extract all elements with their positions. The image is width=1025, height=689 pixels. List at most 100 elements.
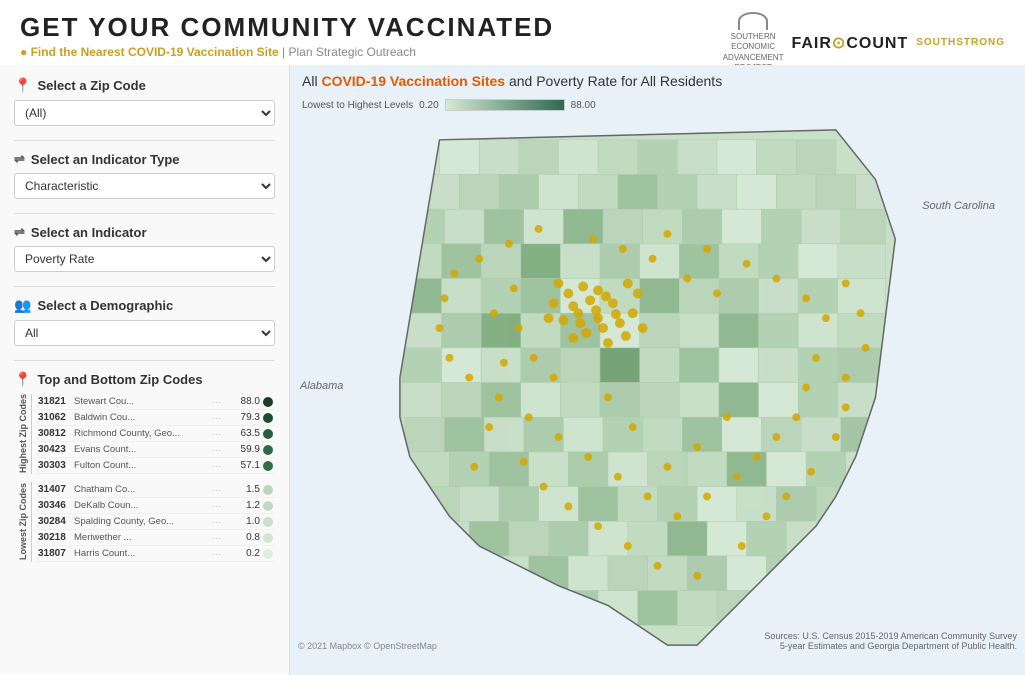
zip-dots: ··· xyxy=(212,445,232,455)
zip-value: 88.0 xyxy=(232,396,260,407)
people-icon: 👥 xyxy=(14,297,31,314)
zip-dot-icon xyxy=(263,429,273,439)
zip-county: Richmond County, Geo... xyxy=(74,428,212,439)
demographic-select[interactable]: All xyxy=(14,320,275,346)
zip-value: 57.1 xyxy=(232,460,260,471)
table-row: 31821 Stewart Cou... ··· 88.0 xyxy=(36,394,275,410)
map-title: All COVID-19 Vaccination Sites and Pover… xyxy=(302,73,722,89)
zip-dots: ··· xyxy=(212,549,232,559)
table-row: 30346 DeKalb Coun... ··· 1.2 xyxy=(36,498,275,514)
map-header: All COVID-19 Vaccination Sites and Pover… xyxy=(302,73,722,89)
lowest-tables-wrapper: Lowest Zip Codes 31407 Chatham Co... ···… xyxy=(14,482,275,562)
indicator-type-title: ⇌ Select an Indicator Type xyxy=(14,151,275,167)
spacer xyxy=(14,474,275,482)
filter2-icon: ⇌ xyxy=(14,224,25,240)
zip-dots: ··· xyxy=(212,397,232,407)
legend-max: 88.00 xyxy=(571,100,596,111)
zip-dots: ··· xyxy=(212,429,232,439)
table-row: 30423 Evans Count... ··· 59.9 xyxy=(36,442,275,458)
zip-dots: ··· xyxy=(212,517,232,527)
map-copyright: © 2021 Mapbox © OpenStreetMap xyxy=(298,641,437,651)
zip-dots: ··· xyxy=(212,413,232,423)
zip-county: Harris Count... xyxy=(74,548,212,559)
zip-dots: ··· xyxy=(212,461,232,471)
legend-min: 0.20 xyxy=(419,100,438,111)
indicator-section: ⇌ Select an Indicator Poverty Rate xyxy=(14,224,275,272)
legend-bar xyxy=(445,99,565,111)
zip-value: 79.3 xyxy=(232,412,260,423)
filter1-icon: ⇌ xyxy=(14,151,25,167)
zip-dot-icon xyxy=(263,413,273,423)
highest-zip-rows: 31821 Stewart Cou... ··· 88.0 31062 Bald… xyxy=(36,394,275,474)
zip-value: 0.2 xyxy=(232,548,260,559)
highest-zip-label: Highest Zip Codes xyxy=(18,394,28,473)
demographic-title: 👥 Select a Demographic xyxy=(14,297,275,314)
zip-code: 30284 xyxy=(38,516,74,527)
zip-code: 31407 xyxy=(38,484,74,495)
divider-3 xyxy=(14,286,275,287)
southstrong-logo: SOUTHSTRONG xyxy=(916,37,1005,48)
zip-dot-icon xyxy=(263,461,273,471)
alabama-label: Alabama xyxy=(300,380,343,392)
zip-code: 30303 xyxy=(38,460,74,471)
zip-value: 0.8 xyxy=(232,532,260,543)
divider-4 xyxy=(14,360,275,361)
zip-code-title: 📍 Select a Zip Code xyxy=(14,77,275,94)
zip-code: 31821 xyxy=(38,396,74,407)
zip-code: 30346 xyxy=(38,500,74,511)
top-bottom-title: 📍 Top and Bottom Zip Codes xyxy=(14,371,275,388)
georgia-map-svg xyxy=(290,120,1025,655)
table-row: 31062 Baldwin Cou... ··· 79.3 xyxy=(36,410,275,426)
indicator-title: ⇌ Select an Indicator xyxy=(14,224,275,240)
divider-1 xyxy=(14,140,275,141)
faircount-o-icon: ⊙ xyxy=(832,35,846,52)
zip-county: Chatham Co... xyxy=(74,484,212,495)
table-row: 30218 Meriwether ... ··· 0.8 xyxy=(36,530,275,546)
zip-dot-icon xyxy=(263,533,273,543)
location2-icon: 📍 xyxy=(14,371,31,388)
zip-value: 59.9 xyxy=(232,444,260,455)
zip-code-select[interactable]: (All) xyxy=(14,100,275,126)
zip-code: 31062 xyxy=(38,412,74,423)
table-row: 31407 Chatham Co... ··· 1.5 xyxy=(36,482,275,498)
indicator-type-select[interactable]: Characteristic xyxy=(14,173,275,199)
zip-code: 30218 xyxy=(38,532,74,543)
south-carolina-label: South Carolina xyxy=(922,200,995,212)
table-row: 30812 Richmond County, Geo... ··· 63.5 xyxy=(36,426,275,442)
lowest-label-wrapper: Lowest Zip Codes xyxy=(14,482,32,562)
zip-dot-icon xyxy=(263,397,273,407)
zip-county: Spalding County, Geo... xyxy=(74,516,212,527)
zip-county: Meriwether ... xyxy=(74,532,212,543)
zip-dots: ··· xyxy=(212,485,232,495)
zip-dot-icon xyxy=(263,445,273,455)
top-bottom-section: 📍 Top and Bottom Zip Codes Highest Zip C… xyxy=(14,371,275,562)
zip-value: 1.5 xyxy=(232,484,260,495)
zip-value: 63.5 xyxy=(232,428,260,439)
legend-label: Lowest to Highest Levels xyxy=(302,100,413,111)
zip-code-section: 📍 Select a Zip Code (All) xyxy=(14,77,275,126)
demographic-section: 👥 Select a Demographic All xyxy=(14,297,275,346)
table-row: 30284 Spalding County, Geo... ··· 1.0 xyxy=(36,514,275,530)
indicator-select[interactable]: Poverty Rate xyxy=(14,246,275,272)
zip-county: DeKalb Coun... xyxy=(74,500,212,511)
zip-dot-icon xyxy=(263,549,273,559)
zip-dots: ··· xyxy=(212,501,232,511)
zip-county: Fulton Count... xyxy=(74,460,212,471)
map-container: South Carolina Alabama Sources: U.S. Cen… xyxy=(290,120,1025,655)
vaccination-site-link[interactable]: Find the Nearest COVID-19 Vaccination Si… xyxy=(31,45,279,59)
zip-value: 1.0 xyxy=(232,516,260,527)
zip-dot-icon xyxy=(263,485,273,495)
table-row: 30303 Fulton Count... ··· 57.1 xyxy=(36,458,275,474)
map-legend: Lowest to Highest Levels 0.20 88.00 xyxy=(302,99,596,111)
divider-2 xyxy=(14,213,275,214)
zip-code: 30423 xyxy=(38,444,74,455)
zip-tables-wrapper: Highest Zip Codes 31821 Stewart Cou... ·… xyxy=(14,394,275,474)
lowest-zip-rows: 31407 Chatham Co... ··· 1.5 30346 DeKalb… xyxy=(36,482,275,562)
location-icon: 📍 xyxy=(14,77,31,94)
zip-code: 30812 xyxy=(38,428,74,439)
zip-county: Evans Count... xyxy=(74,444,212,455)
map-attribution: Sources: U.S. Census 2015-2019 American … xyxy=(757,631,1017,651)
zip-dot-icon xyxy=(263,501,273,511)
table-row: 31807 Harris Count... ··· 0.2 xyxy=(36,546,275,562)
zip-dots: ··· xyxy=(212,533,232,543)
